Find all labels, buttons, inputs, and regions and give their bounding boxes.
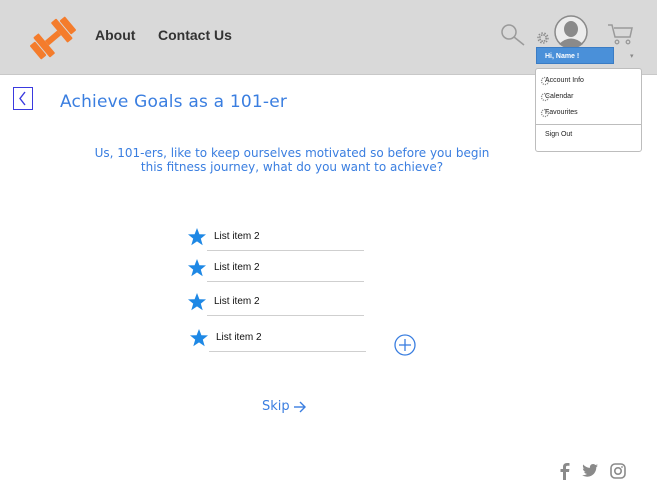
menu-item-account-info[interactable]: Account Info (540, 76, 584, 86)
star-icon[interactable] (187, 227, 207, 247)
gear-icon (540, 108, 550, 118)
star-icon[interactable] (187, 258, 207, 278)
menu-item-calendar[interactable]: Calendar (540, 92, 573, 102)
menu-item-label: Sign Out (545, 131, 573, 138)
avatar-icon[interactable] (554, 15, 588, 49)
goal-list-item[interactable]: List item 2 (189, 328, 369, 352)
user-menu-button[interactable]: Hi, Name ! (536, 47, 614, 64)
goal-label: List item 2 (214, 262, 260, 273)
gear-icon (540, 92, 550, 102)
facebook-icon[interactable] (556, 462, 574, 480)
star-icon[interactable] (189, 328, 209, 348)
chevron-down-icon[interactable]: ▾ (630, 52, 634, 60)
nav-about[interactable]: About (95, 27, 135, 43)
twitter-icon[interactable] (581, 462, 599, 480)
menu-item-sign-out[interactable]: Sign Out (545, 131, 572, 138)
gear-icon[interactable] (536, 31, 550, 45)
nav-contact-us[interactable]: Contact Us (158, 27, 232, 43)
goal-label: List item 2 (216, 332, 262, 343)
menu-divider (536, 124, 641, 125)
back-icon (19, 91, 26, 106)
star-icon[interactable] (187, 292, 207, 312)
add-goal-button[interactable] (394, 334, 416, 356)
goal-label: List item 2 (214, 231, 260, 242)
goal-label: List item 2 (214, 296, 260, 307)
gear-icon (540, 76, 550, 86)
intro-line-2: this fitness journey, what do you want t… (140, 160, 444, 174)
intro-line-1: Us, 101-ers, like to keep ourselves moti… (94, 146, 490, 160)
dumbbell-logo[interactable] (26, 12, 80, 64)
cart-icon[interactable] (606, 22, 634, 46)
intro-text: Us, 101-ers, like to keep ourselves moti… (82, 146, 502, 174)
user-dropdown-menu: Account Info Calendar Favourites Sign Ou… (535, 68, 642, 152)
page-title: Achieve Goals as a 101-er (60, 92, 288, 112)
instagram-icon[interactable] (609, 462, 627, 480)
skip-link[interactable]: Skip (262, 399, 290, 414)
goal-underline (209, 351, 366, 352)
search-icon[interactable] (499, 23, 527, 47)
menu-item-favourites[interactable]: Favourites (540, 108, 578, 118)
goal-list-item[interactable]: List item 2 (187, 227, 367, 251)
goal-list-item[interactable]: List item 2 (187, 292, 367, 316)
goal-underline (207, 281, 364, 282)
goal-underline (207, 315, 364, 316)
goal-underline (207, 250, 364, 251)
menu-item-label: Account Info (545, 77, 584, 84)
user-greeting: Hi, Name ! (545, 53, 580, 60)
back-button[interactable] (13, 87, 33, 110)
arrow-right-icon[interactable] (293, 400, 307, 414)
goal-list-item[interactable]: List item 2 (187, 258, 367, 282)
